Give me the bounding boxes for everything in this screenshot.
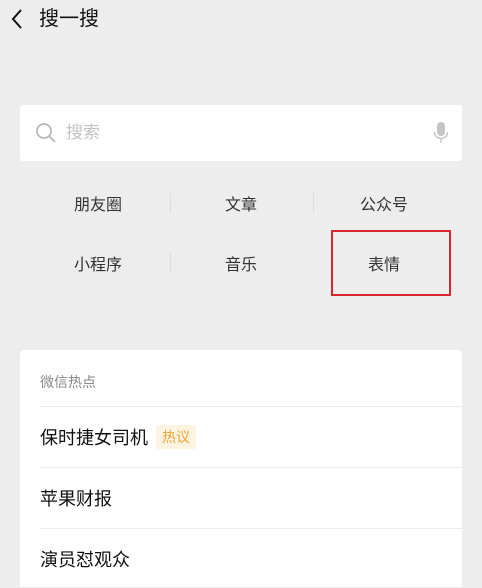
hot-topic-item[interactable]: 苹果财报 [40,467,462,527]
search-icon [36,123,56,143]
category-articles[interactable]: 文章 [171,183,311,223]
chevron-left-icon [11,9,22,29]
search-bar[interactable] [20,105,462,161]
highlight-box [331,230,451,296]
hot-topics-heading: 微信热点 [40,375,96,391]
category-official-accounts[interactable]: 公众号 [314,183,454,223]
hot-topic-item[interactable]: 演员怼观众 [40,528,462,588]
page-title: 搜一搜 [39,6,99,30]
search-input[interactable] [66,119,406,147]
category-mini-programs[interactable]: 小程序 [28,243,168,283]
hot-topic-text: 苹果财报 [40,488,112,510]
category-moments[interactable]: 朋友圈 [28,183,168,223]
back-button[interactable] [4,4,30,34]
microphone-icon[interactable] [433,121,449,145]
hot-topic-text: 演员怼观众 [40,549,130,571]
category-music[interactable]: 音乐 [171,243,311,283]
hot-topic-text: 保时捷女司机 [40,427,148,449]
trending-badge: 热议 [156,424,196,449]
hot-topics-card: 微信热点 保时捷女司机 热议 苹果财报 演员怼观众 [20,350,462,587]
hot-topic-item[interactable]: 保时捷女司机 热议 [40,406,462,466]
top-bar: 搜一搜 [0,0,482,40]
